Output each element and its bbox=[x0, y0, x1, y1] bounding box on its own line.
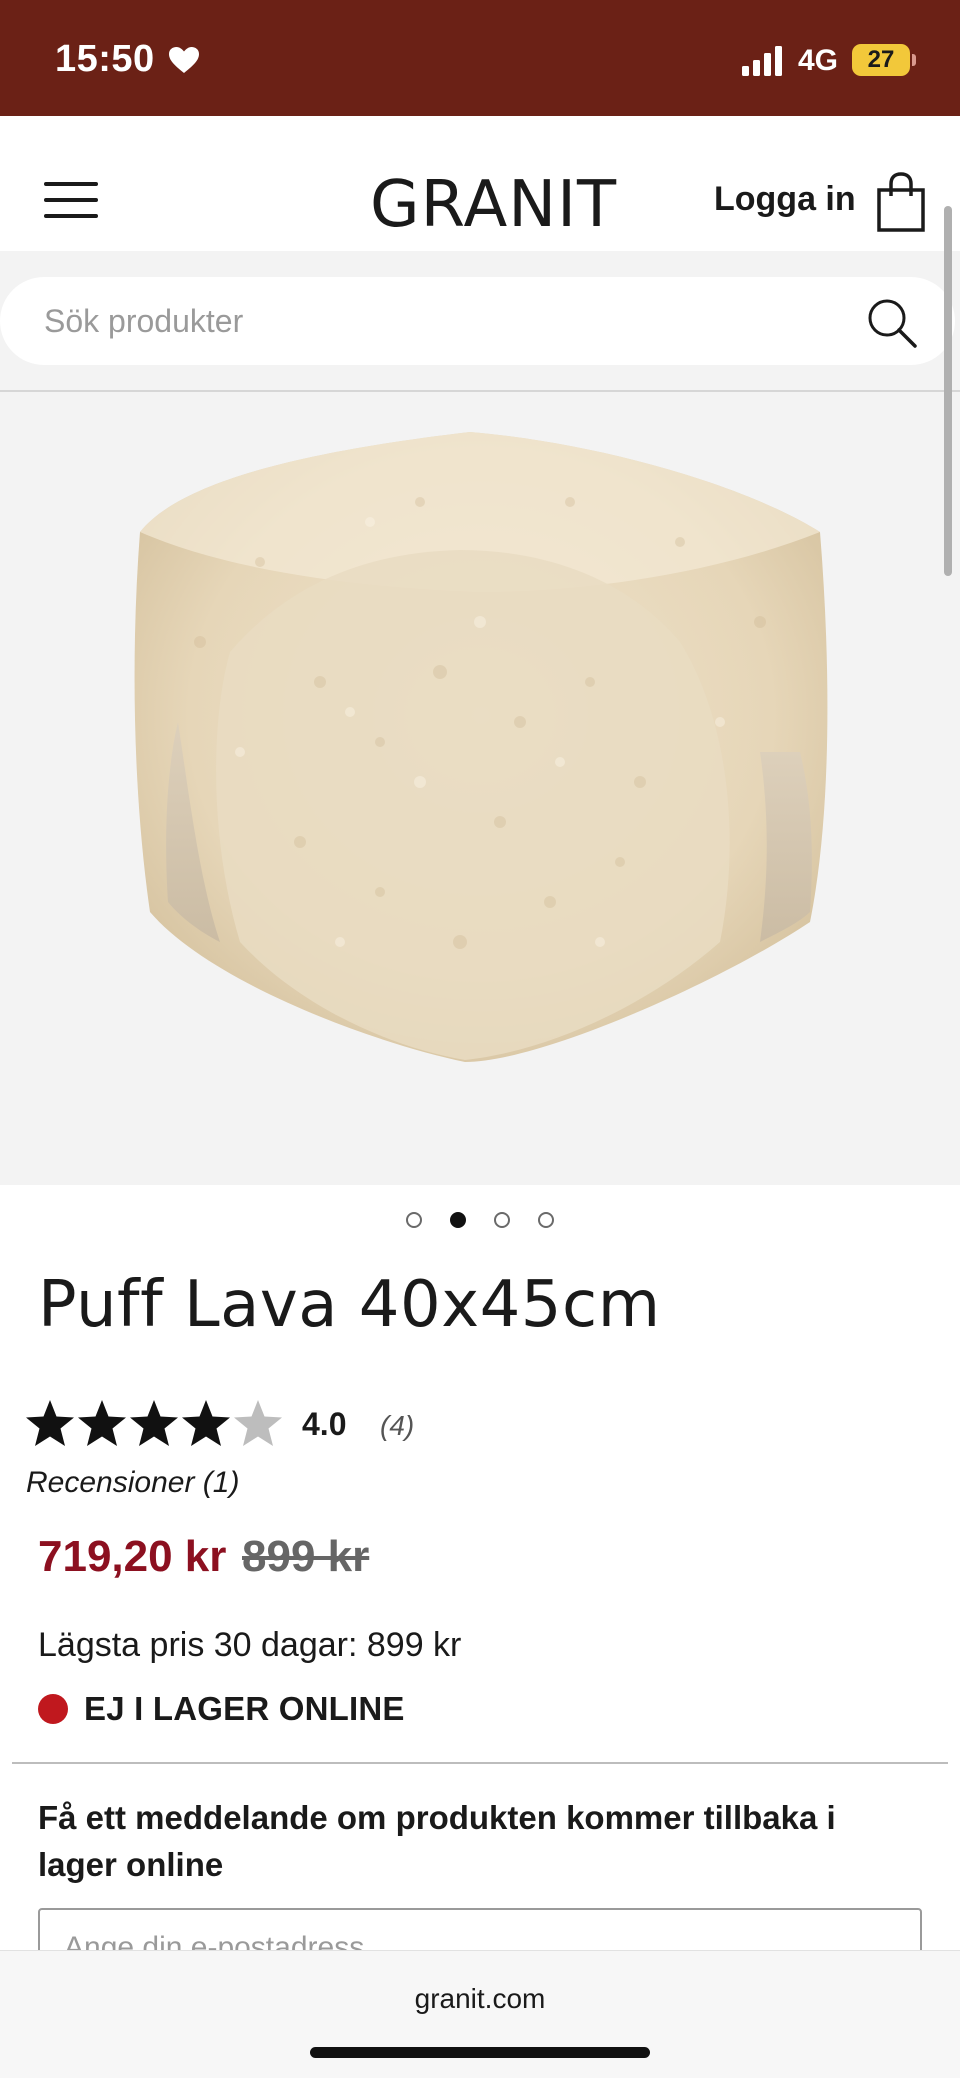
rating-stars[interactable] bbox=[24, 1398, 284, 1456]
search-icon[interactable] bbox=[866, 297, 918, 349]
star-filled-icon bbox=[78, 1400, 126, 1446]
network-label: 4G bbox=[798, 44, 839, 77]
original-price: 899 kr bbox=[242, 1532, 370, 1581]
shopping-bag-icon[interactable] bbox=[876, 172, 926, 232]
battery-level: 27 bbox=[867, 46, 895, 73]
battery-cap bbox=[912, 54, 916, 66]
status-bar: 15:50 4G 27 bbox=[0, 0, 960, 116]
home-indicator[interactable] bbox=[310, 2047, 650, 2058]
url-text[interactable]: granit.com bbox=[0, 1983, 960, 2015]
carousel-dots bbox=[0, 1212, 960, 1232]
stock-status-dot-icon bbox=[38, 1694, 68, 1724]
site-header: GRANIT Logga in bbox=[0, 116, 960, 251]
star-filled-icon bbox=[130, 1400, 178, 1446]
stock-status: EJ I LAGER ONLINE bbox=[84, 1690, 405, 1727]
reviews-link[interactable]: Recensioner (1) bbox=[26, 1466, 239, 1500]
lowest-price-info: Lägsta pris 30 dagar: 899 kr bbox=[38, 1626, 462, 1664]
carousel-dot[interactable] bbox=[406, 1212, 422, 1228]
star-empty-icon bbox=[234, 1400, 282, 1446]
carousel-dot-active[interactable] bbox=[450, 1212, 466, 1228]
search-box bbox=[0, 277, 955, 365]
sale-price: 719,20 kr bbox=[38, 1532, 227, 1581]
signal-icon bbox=[742, 46, 782, 76]
carousel-dot[interactable] bbox=[494, 1212, 510, 1228]
site-logo[interactable]: GRANIT bbox=[370, 168, 617, 242]
divider bbox=[12, 1762, 948, 1764]
heart-icon bbox=[169, 47, 199, 73]
rating-value: 4.0 bbox=[302, 1406, 347, 1442]
product-image-gallery[interactable] bbox=[0, 392, 960, 1185]
star-filled-icon bbox=[182, 1400, 230, 1446]
search-input[interactable] bbox=[44, 297, 824, 345]
product-image[interactable] bbox=[120, 422, 840, 1072]
search-area bbox=[0, 251, 960, 391]
login-link[interactable]: Logga in bbox=[714, 180, 856, 219]
product-title: Puff Lava 40x45cm bbox=[38, 1268, 661, 1342]
page: 15:50 4G 27 GRANIT Logga in Sök produkte… bbox=[0, 0, 960, 2078]
notify-heading: Få ett meddelande om produkten kommer ti… bbox=[38, 1799, 836, 1883]
hamburger-menu-icon[interactable] bbox=[44, 178, 100, 222]
star-filled-icon bbox=[26, 1400, 74, 1446]
browser-address-bar[interactable]: granit.com bbox=[0, 1950, 960, 2078]
status-time: 15:50 bbox=[55, 38, 155, 80]
rating-count: (4) bbox=[380, 1410, 415, 1441]
carousel-dot[interactable] bbox=[538, 1212, 554, 1228]
scrollbar[interactable] bbox=[944, 206, 952, 576]
